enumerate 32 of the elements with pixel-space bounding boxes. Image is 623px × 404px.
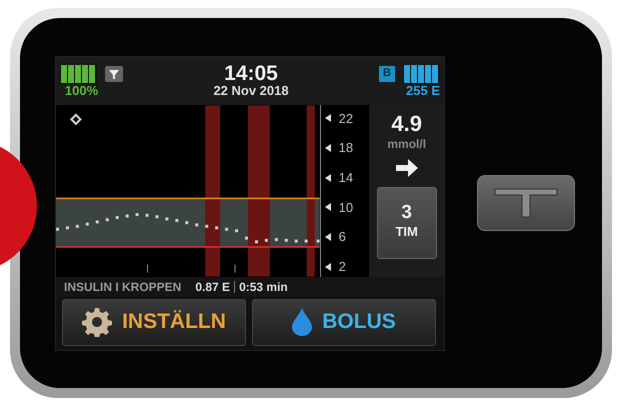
- insulin-remaining: 255 E: [406, 84, 440, 97]
- battery-percent: 100%: [64, 84, 98, 97]
- glucose-unit: mmol/l: [387, 136, 426, 152]
- right-arrow-icon: [396, 158, 418, 176]
- settings-button[interactable]: INSTÄLLN: [62, 298, 246, 346]
- insulin-cartridge-icon: [403, 64, 440, 84]
- pump-button[interactable]: [477, 175, 575, 231]
- insulin-amount: 0.87 E: [195, 278, 230, 296]
- clock-time: 14:05: [224, 62, 278, 84]
- gear-icon: [82, 307, 112, 337]
- filter-icon: [105, 66, 123, 82]
- drop-icon: [292, 308, 312, 336]
- axis-label: 18: [338, 139, 354, 158]
- axis-label: 22: [338, 110, 354, 128]
- time-range-button[interactable]: 3 TIM: [376, 186, 437, 258]
- axis-label: 10: [338, 198, 354, 217]
- insulin-time: 0:53 min: [239, 278, 288, 296]
- bluetooth-badge: B: [379, 66, 395, 82]
- axis-label: 2: [338, 258, 346, 276]
- insulin-on-board-label: INSULIN I KROPPEN: [64, 278, 182, 296]
- tick-pointer-icon: [324, 233, 331, 241]
- tick-pointer-icon: [324, 144, 331, 152]
- battery-icon: [60, 64, 97, 84]
- date-text: 22 Nov 2018: [213, 84, 289, 98]
- tick-pointer-icon: [324, 114, 331, 122]
- tick-pointer-icon: [324, 203, 331, 212]
- tick-pointer-icon: [324, 262, 331, 271]
- glucose-value: 4.9: [391, 112, 422, 134]
- axis-label: 14: [338, 168, 354, 187]
- tick-pointer-icon: [324, 174, 331, 182]
- axis-label: 6: [338, 228, 346, 246]
- bolus-button[interactable]: BOLUS: [252, 298, 436, 346]
